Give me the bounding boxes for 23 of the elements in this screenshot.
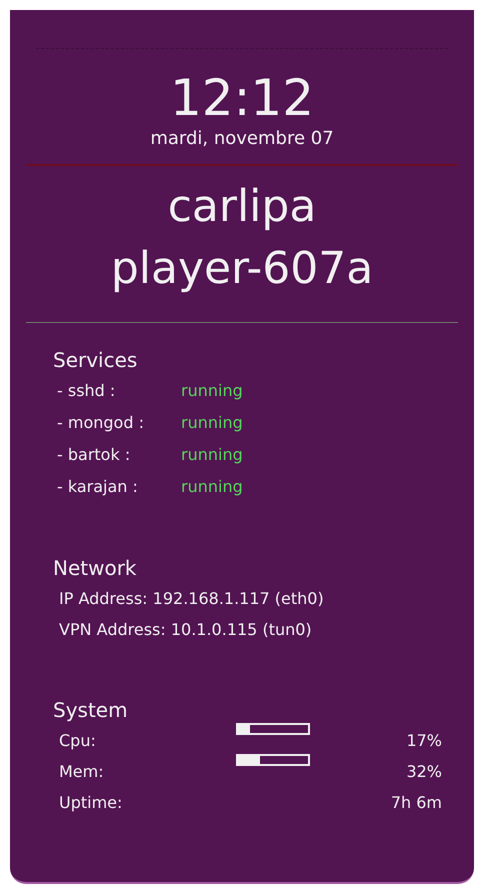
hostname-text: carlipa [168,180,316,234]
section-heading: Network [53,555,138,582]
service-name: - sshd : [57,380,116,402]
clock-time: 12:12 [168,70,316,126]
stat-value: 7h 6m [390,792,442,814]
stat-value: 17% [406,730,442,752]
section-heading: Services [53,347,138,374]
service-name: - karajan : [57,476,139,498]
clock-date: mardi, novembre 07 [149,128,335,150]
section-heading: System [53,697,129,724]
network-address: IP Address: 192.168.1.117 (eth0) [58,588,325,610]
service-status: running [181,476,243,498]
service-status: running [181,380,243,402]
service-name: - mongod : [57,412,145,434]
stat-value: 32% [406,761,442,783]
stat-label: Uptime: [59,792,124,814]
service-name: - bartok : [57,444,132,466]
hostname-text: player-607a [110,242,374,296]
service-status: running [181,444,243,466]
service-status: running [181,412,243,434]
network-address: VPN Address: 10.1.0.115 (tun0) [58,619,313,641]
stat-label: Cpu: [59,730,97,752]
stat-label: Mem: [59,761,105,783]
